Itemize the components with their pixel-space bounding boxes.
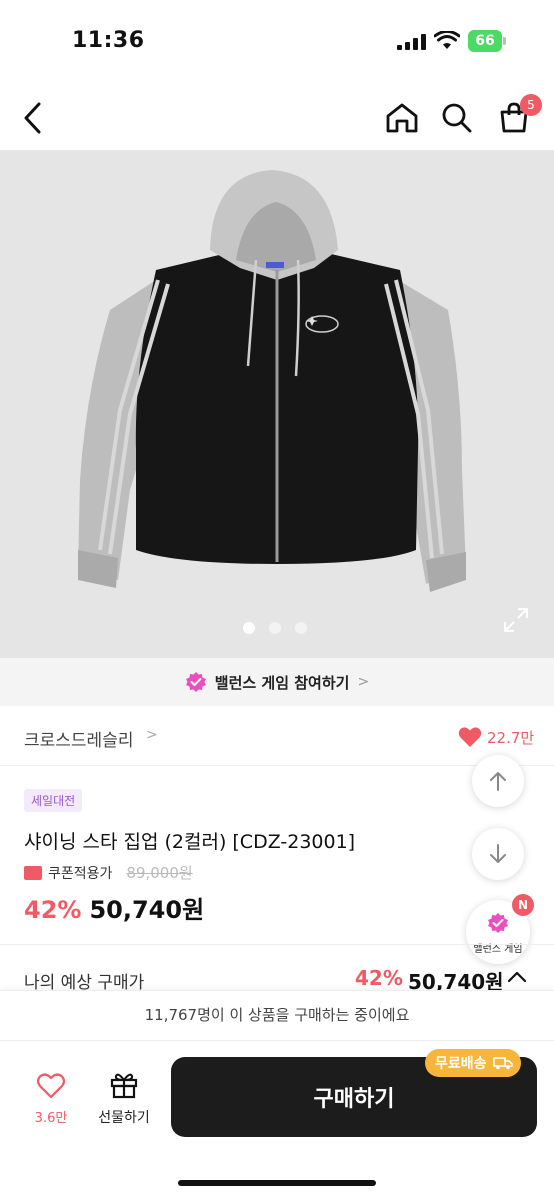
- wishlist-count: 3.6만: [34, 1111, 68, 1126]
- product-image[interactable]: [0, 150, 554, 658]
- signal-icon: [397, 34, 426, 50]
- gift-button[interactable]: 선물하기: [92, 1071, 156, 1129]
- product-title: 샤이닝 스타 집업 (2컬러) [CDZ-23001]: [24, 831, 356, 853]
- expand-icon[interactable]: [502, 606, 530, 634]
- home-button[interactable]: [378, 86, 426, 150]
- expected-price-label: 나의 예상 구매가: [24, 973, 145, 990]
- gallery-dot[interactable]: [269, 622, 281, 634]
- wishlist-button[interactable]: 3.6만: [28, 1071, 74, 1129]
- free-shipping-label: 무료배송: [435, 1056, 487, 1072]
- coupon-price-row: 쿠폰적용가 89,000원: [24, 862, 193, 883]
- scroll-up-button[interactable]: [472, 755, 524, 807]
- coupon-icon: [24, 865, 42, 880]
- heart-outline-icon: [36, 1073, 66, 1099]
- gallery-dot[interactable]: [295, 622, 307, 634]
- back-button[interactable]: [10, 86, 58, 150]
- verified-badge-icon: [488, 913, 508, 933]
- section-divider: [0, 944, 554, 945]
- hoodie-photo: [78, 170, 466, 592]
- home-icon: [386, 103, 418, 133]
- truck-icon: [492, 1057, 513, 1070]
- heart-filled-icon: [458, 727, 482, 747]
- chevron-up-icon: [507, 971, 527, 983]
- balance-game-float-label: 밸런스 게임: [473, 944, 523, 955]
- sale-event-tag: 세일대전: [24, 789, 83, 812]
- arrow-up-icon: [490, 772, 506, 791]
- original-price: 89,000원: [126, 864, 193, 882]
- status-time: 11:36: [72, 28, 145, 53]
- gift-label: 선물하기: [98, 1110, 150, 1126]
- home-indicator: [178, 1180, 376, 1186]
- gallery-dot[interactable]: [243, 622, 255, 634]
- expected-price-row[interactable]: 나의 예상 구매가 42% 50,740원: [0, 966, 554, 990]
- verified-badge-icon: [185, 672, 206, 692]
- chevron-right-icon: >: [357, 674, 370, 690]
- new-badge: N: [512, 894, 534, 916]
- banner-label: 밸런스 게임 참여하기: [214, 673, 350, 692]
- price-row: 42% 50,740원: [24, 890, 204, 925]
- brand-name-link[interactable]: 크로스드레슬리: [24, 726, 133, 751]
- status-bar: 11:36 66: [0, 0, 554, 80]
- free-shipping-badge: 무료배송: [425, 1049, 521, 1077]
- brand-row: 크로스드레슬리 > 22.7만: [0, 706, 554, 766]
- brand-like-button[interactable]: 22.7만: [458, 726, 534, 748]
- chevron-left-icon: [24, 102, 41, 134]
- top-nav-bar: 5: [0, 86, 554, 150]
- cart-count-badge: 5: [520, 94, 542, 116]
- scroll-down-button[interactable]: [472, 828, 524, 880]
- battery-level: 66: [468, 30, 502, 52]
- cart-button[interactable]: 5: [490, 86, 542, 150]
- battery-icon: 66: [468, 30, 506, 52]
- coupon-label: 쿠폰적용가: [48, 865, 113, 882]
- chevron-right-icon: >: [146, 727, 158, 743]
- gift-icon: [110, 1073, 138, 1099]
- wifi-icon: [434, 31, 460, 49]
- sale-price: 50,740원: [89, 896, 205, 924]
- expected-price: 50,740원: [408, 970, 504, 990]
- brand-like-count: 22.7만: [487, 728, 535, 747]
- arrow-down-icon: [490, 844, 506, 863]
- expected-discount: 42%: [355, 966, 403, 990]
- search-icon: [442, 103, 472, 133]
- discount-rate: 42%: [24, 896, 82, 924]
- gallery-pagination: [243, 622, 307, 634]
- balance-game-banner[interactable]: 밸런스 게임 참여하기 >: [0, 658, 554, 706]
- search-button[interactable]: [433, 86, 481, 150]
- buyers-count-notice: 11,767명이 이 상품을 구매하는 중이에요: [0, 990, 554, 1040]
